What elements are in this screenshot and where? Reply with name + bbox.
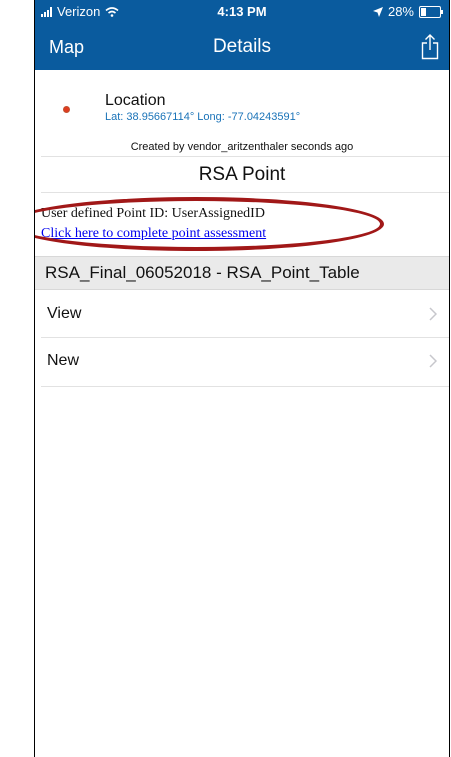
new-row[interactable]: New xyxy=(35,337,449,389)
page-title: Details xyxy=(212,36,272,57)
view-label: View xyxy=(47,305,82,322)
battery-percent: 28% xyxy=(387,4,414,19)
table-section-header: RSA_Final_06052018 - RSA_Point_Table xyxy=(35,256,449,290)
chevron-right-icon xyxy=(429,307,437,321)
location-coordinates: Lat: 38.95667114° Long: -77.04243591° xyxy=(105,111,301,123)
battery-level xyxy=(421,7,426,16)
share-icon[interactable] xyxy=(421,34,439,65)
chevron-right-icon xyxy=(429,354,437,368)
navigation-bar: Map Details xyxy=(35,24,449,70)
divider xyxy=(41,386,449,387)
point-id-text: User defined Point ID: UserAssignedID xyxy=(41,206,265,221)
battery-icon xyxy=(419,5,443,18)
location-row: Location Lat: 38.95667114° Long: -77.042… xyxy=(35,72,449,153)
view-row[interactable]: View xyxy=(35,290,449,342)
feature-title: RSA Point xyxy=(198,164,286,185)
created-by-text: Created by vendor_aritzenthaler seconds … xyxy=(130,141,354,153)
new-label: New xyxy=(47,352,80,369)
status-bar: Verizon 4:13 PM 28% xyxy=(35,0,449,24)
location-dot-icon xyxy=(63,106,70,113)
location-label: Location xyxy=(105,92,166,109)
phone-screen: Verizon 4:13 PM 28% Map Details Location… xyxy=(34,0,450,757)
divider xyxy=(41,156,449,157)
status-right: 28% xyxy=(372,4,443,19)
assessment-link[interactable]: Click here to complete point assessment xyxy=(41,226,266,242)
location-arrow-icon xyxy=(372,6,383,17)
table-name: RSA_Final_06052018 - RSA_Point_Table xyxy=(45,263,360,282)
divider xyxy=(41,192,449,193)
